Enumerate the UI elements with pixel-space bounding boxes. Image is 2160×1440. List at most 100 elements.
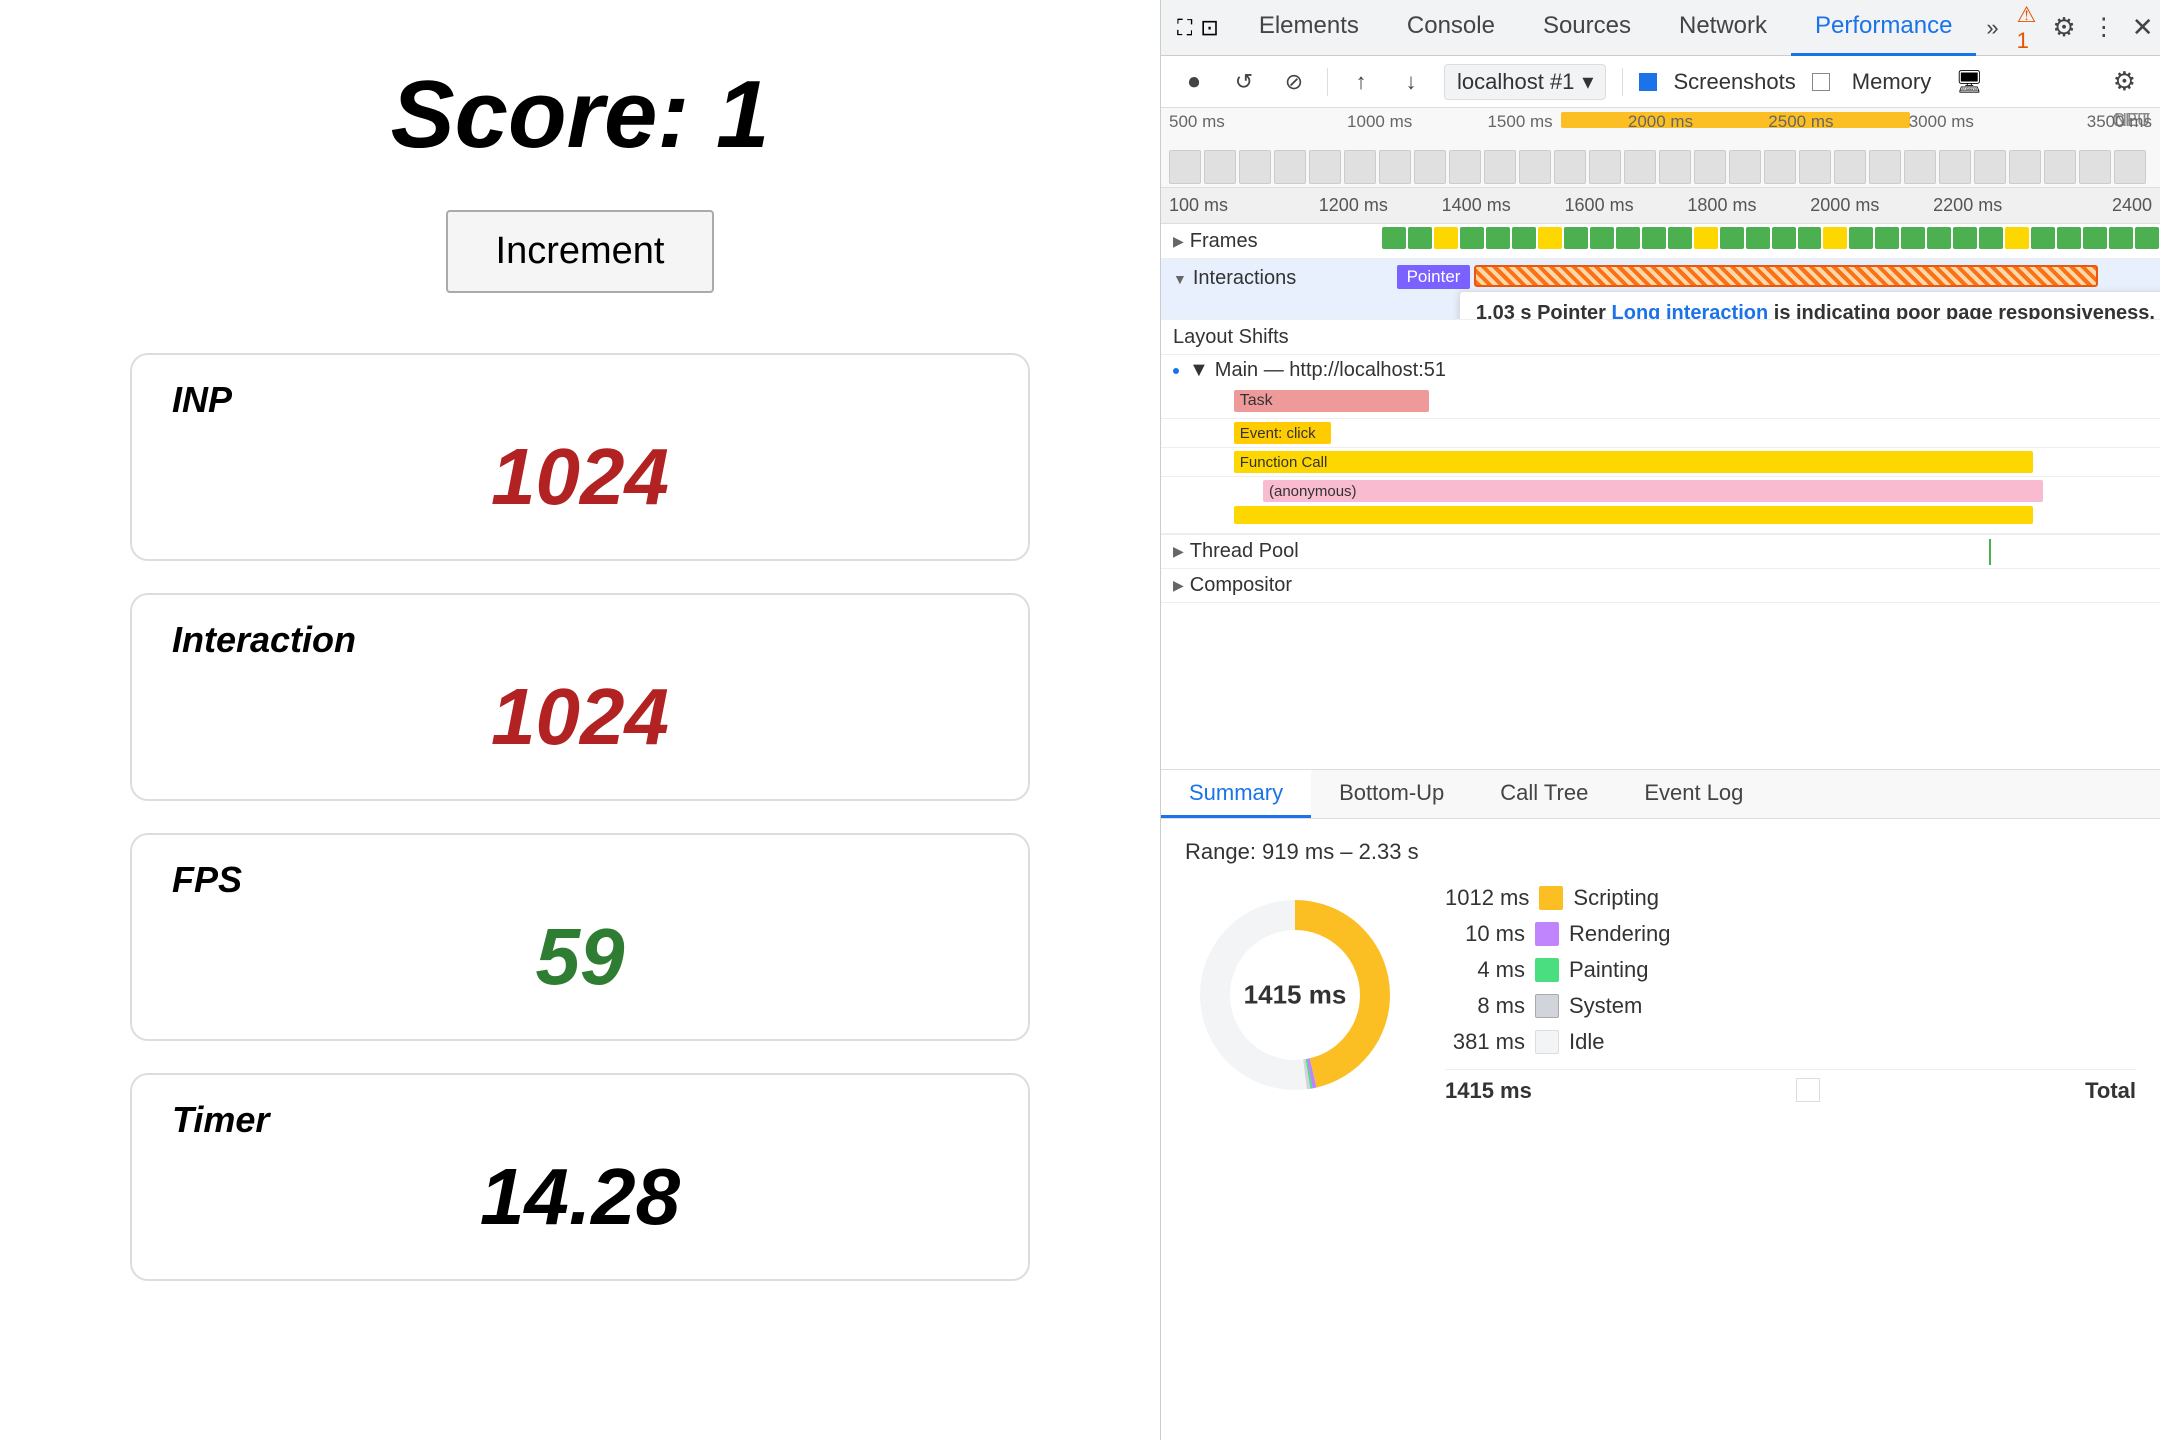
interactions-triangle: ▼	[1173, 271, 1187, 287]
frames-triangle: ▶	[1173, 233, 1184, 250]
compositor-triangle: ▶	[1173, 577, 1184, 594]
interaction-label: Interaction	[172, 619, 988, 661]
ruler-label: 2400	[2029, 195, 2152, 216]
thread-pool-content	[1381, 535, 2160, 569]
task-row: Task	[1161, 386, 2160, 419]
tab-summary[interactable]: Summary	[1161, 770, 1311, 818]
ruler-label: 1400 ms	[1415, 195, 1538, 216]
ruler-label: 1200 ms	[1292, 195, 1415, 216]
memory-label: Memory	[1852, 69, 1931, 95]
screenshot-thumb	[1729, 150, 1761, 184]
tab-event-log[interactable]: Event Log	[1616, 770, 1771, 818]
pointer-label: Pointer	[1407, 267, 1461, 286]
frame-block	[1512, 227, 1536, 249]
dropdown-icon: ▾	[1582, 69, 1593, 95]
tooltip-link[interactable]: Long interaction	[1612, 302, 1769, 319]
gear-icon[interactable]: ⚙	[2052, 12, 2075, 43]
function-call-content[interactable]: Function Call	[1185, 448, 2160, 476]
screenshot-thumb	[1169, 150, 1201, 184]
frames-label[interactable]: ▶ Frames	[1161, 226, 1381, 257]
interactions-label[interactable]: ▼ Interactions	[1161, 259, 1381, 294]
screenshot-thumb	[1309, 150, 1341, 184]
frame-block	[1408, 227, 1432, 249]
reload-icon[interactable]: ↺	[1227, 65, 1261, 99]
event-click-content[interactable]: Event: click	[1185, 419, 2160, 447]
clear-icon[interactable]: ⊘	[1277, 65, 1311, 99]
legend-total: 1415 ms Total	[1445, 1069, 2136, 1104]
devtools-toolbar: ⏺ ↺ ⊘ ↑ ↓ localhost #1 ▾ Screenshots Mem…	[1161, 56, 2160, 108]
tab-console[interactable]: Console	[1383, 0, 1519, 56]
frame-block	[1382, 227, 1406, 249]
timeline-overview-ruler[interactable]: CPU NET // Generate screenshot thumbnail…	[1161, 108, 2160, 188]
overflow-icon[interactable]: ⋮	[2092, 13, 2116, 42]
screenshot-thumb	[1379, 150, 1411, 184]
idle-swatch	[1535, 1030, 1559, 1054]
frame-block	[1798, 227, 1822, 249]
screenshot-thumb	[1344, 150, 1376, 184]
toolbar-divider2	[1622, 68, 1623, 96]
url-selector[interactable]: localhost #1 ▾	[1444, 64, 1606, 100]
frame-block	[2109, 227, 2133, 249]
settings-icon[interactable]: ⚙	[2113, 66, 2136, 97]
tab-network[interactable]: Network	[1655, 0, 1791, 56]
left-panel: Score: 1 Increment INP 1024 Interaction …	[0, 0, 1160, 1440]
memory-checkbox[interactable]	[1812, 73, 1830, 91]
screenshot-thumb	[2079, 150, 2111, 184]
screenshot-thumb	[2114, 150, 2146, 184]
inp-value: 1024	[172, 431, 988, 523]
main-track-header[interactable]: ▼ Main — http://localhost:51	[1161, 355, 2160, 386]
screenshot-thumb	[1799, 150, 1831, 184]
frames-track: ▶ Frames const colors = ['green','green'…	[1161, 224, 2160, 259]
screenshot-thumb	[1274, 150, 1306, 184]
legend-system: 8 ms System	[1445, 993, 2136, 1019]
tab-bottom-up[interactable]: Bottom-Up	[1311, 770, 1472, 818]
frame-block	[1668, 227, 1692, 249]
screenshots-checkbox[interactable]	[1639, 73, 1657, 91]
donut-center-label: 1415 ms	[1244, 980, 1347, 1011]
frame-block	[1590, 227, 1614, 249]
tab-elements[interactable]: Elements	[1235, 0, 1383, 56]
interaction-card: Interaction 1024	[130, 593, 1030, 801]
screenshot-thumb	[1519, 150, 1551, 184]
record-icon[interactable]: ⏺	[1177, 65, 1211, 99]
frame-block	[1979, 227, 2003, 249]
more-tabs-icon[interactable]: »	[1976, 15, 2008, 41]
frame-block	[1538, 227, 1562, 249]
frame-block	[1434, 227, 1458, 249]
screenshot-thumb	[1869, 150, 1901, 184]
thread-pool-marker	[1989, 539, 1991, 565]
anonymous-content[interactable]: (anonymous)	[1185, 477, 2160, 533]
frame-block	[1616, 227, 1640, 249]
screenshot-thumb	[1554, 150, 1586, 184]
anonymous-label: (anonymous)	[1269, 483, 1357, 500]
frame-block	[2057, 227, 2081, 249]
interaction-bar[interactable]	[1474, 265, 2097, 287]
increment-button[interactable]: Increment	[446, 210, 715, 293]
layout-shifts-label[interactable]: Layout Shifts	[1161, 322, 1381, 353]
total-ms: 1415 ms	[1445, 1078, 1532, 1104]
thread-pool-label[interactable]: ▶ Thread Pool	[1161, 536, 1381, 567]
ruler-label: 2000 ms	[1783, 195, 1906, 216]
frame-block	[1642, 227, 1666, 249]
close-icon[interactable]: ✕	[2132, 12, 2154, 43]
frame-block	[2031, 227, 2055, 249]
download-icon[interactable]: ↓	[1394, 65, 1428, 99]
timeline-area[interactable]: 100 ms 1200 ms 1400 ms 1600 ms 1800 ms 2…	[1161, 188, 2160, 769]
upload-icon[interactable]: ↑	[1344, 65, 1378, 99]
interactions-content[interactable]: Pointer 1.03 s Pointer Long interaction …	[1381, 259, 2160, 319]
interaction-tooltip: 1.03 s Pointer Long interaction is indic…	[1459, 291, 2160, 319]
tab-sources[interactable]: Sources	[1519, 0, 1655, 56]
main-label: Main — http://localhost:51	[1215, 359, 1446, 382]
timer-label: Timer	[172, 1099, 988, 1141]
tab-call-tree[interactable]: Call Tree	[1472, 770, 1616, 818]
frame-block	[2005, 227, 2029, 249]
cursor-icon: ⛶	[1177, 15, 1192, 41]
toolbar-divider	[1327, 68, 1328, 96]
tab-performance[interactable]: Performance	[1791, 0, 1976, 56]
tooltip-type: Pointer	[1537, 302, 1606, 319]
frame-block	[2135, 227, 2159, 249]
painting-name: Painting	[1569, 957, 1649, 983]
task-content[interactable]: Task	[1185, 386, 2160, 418]
ruler-label: 1600 ms	[1538, 195, 1661, 216]
compositor-label[interactable]: ▶ Compositor	[1161, 570, 1381, 601]
